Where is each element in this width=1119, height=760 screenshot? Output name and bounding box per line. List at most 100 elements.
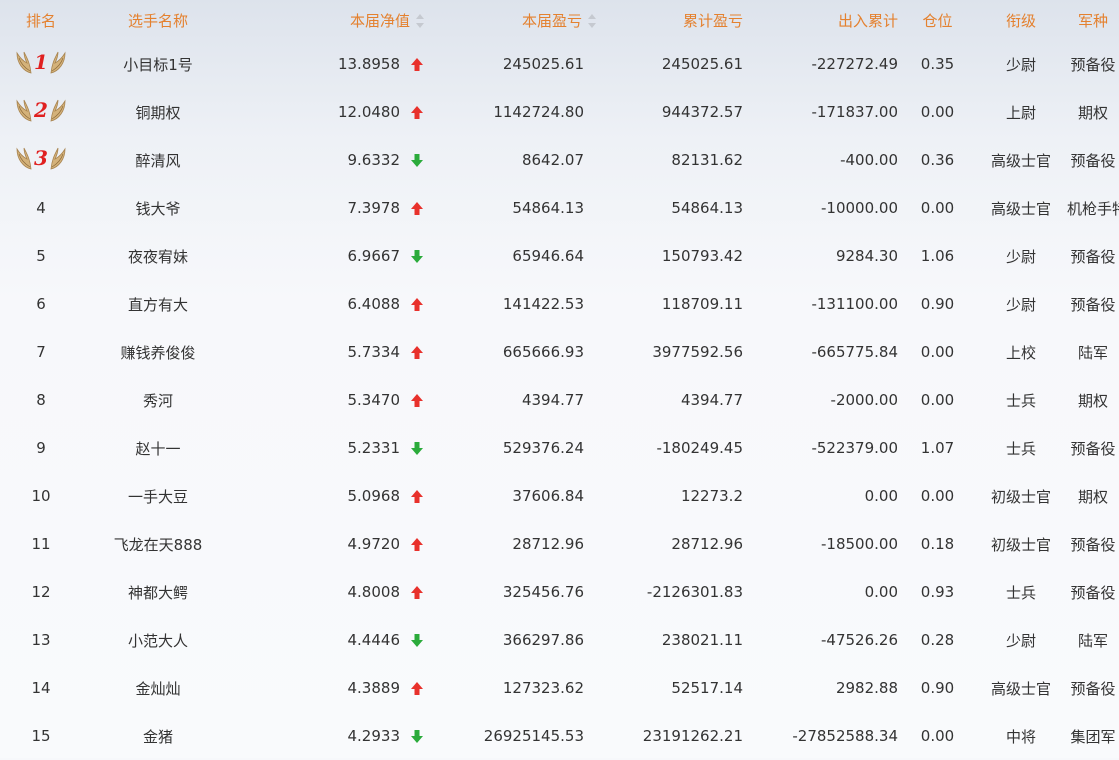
cum-pnl-cell: 245025.61 bbox=[661, 55, 743, 73]
flow-cell: -47526.26 bbox=[821, 631, 898, 649]
nav-value: 7.3978 bbox=[347, 199, 401, 217]
cum-pnl-cell: 3977592.56 bbox=[652, 343, 743, 361]
sort-icon[interactable] bbox=[416, 14, 424, 28]
position-cell: 1.07 bbox=[920, 439, 955, 457]
cum-pnl-cell: 118709.11 bbox=[661, 295, 743, 313]
table-row[interactable]: 14 金灿灿 4.3889 127323.62 52517.14 2982.88 0.90 高… bbox=[0, 664, 1119, 712]
nav-cell: 5.3470 bbox=[234, 376, 444, 424]
table-row[interactable]: 9 赵十一 5.2331 529376.24 -180249.45 -522379.00 1… bbox=[0, 424, 1119, 472]
table-row[interactable]: 4 钱大爷 7.3978 54864.13 54864.13 -10000.00 0.00 高… bbox=[0, 184, 1119, 232]
branch-cell: 预备役 bbox=[1070, 679, 1116, 698]
player-name[interactable]: 直方有大 bbox=[82, 280, 234, 328]
table-row[interactable]: 3 醉清风 9.6332 8642.07 82131.62 -400.00 0.36 高级士官… bbox=[0, 136, 1119, 184]
position-cell: 0.35 bbox=[920, 55, 955, 73]
wing-icon bbox=[50, 147, 66, 170]
grade-cell: 士兵 bbox=[1005, 439, 1036, 458]
rank-cell: 14 bbox=[31, 679, 51, 697]
player-name[interactable]: 铜期权 bbox=[82, 88, 234, 136]
player-name[interactable]: 夜夜宥妹 bbox=[82, 232, 234, 280]
table-row[interactable]: 12 神都大鳄 4.8008 325456.76 -2126301.83 0.00 0.93… bbox=[0, 568, 1119, 616]
branch-cell: 期权 bbox=[1077, 103, 1108, 122]
nav-value: 12.0480 bbox=[337, 103, 400, 121]
flow-cell: -227272.49 bbox=[811, 55, 898, 73]
table-row[interactable]: 6 直方有大 6.4088 141422.53 118709.11 -131100.00 0… bbox=[0, 280, 1119, 328]
branch-cell: 预备役 bbox=[1070, 439, 1116, 458]
nav-value: 4.9720 bbox=[347, 535, 401, 553]
header-branch: 军种 bbox=[1077, 11, 1108, 30]
rank-cell: 11 bbox=[31, 535, 51, 553]
sort-icon[interactable] bbox=[588, 14, 596, 28]
position-cell: 0.28 bbox=[920, 631, 955, 649]
player-name[interactable]: 金灿灿 bbox=[82, 664, 234, 712]
table-row[interactable]: 1 小目标1号 13.8958 245025.61 245025.61 -227272.4… bbox=[0, 40, 1119, 88]
arrow-down-icon bbox=[411, 634, 423, 647]
pnl-cell: 529376.24 bbox=[502, 439, 584, 457]
nav-value: 4.2933 bbox=[347, 727, 401, 745]
branch-cell: 集团军 bbox=[1070, 727, 1116, 746]
header-nav-label: 本届净值 bbox=[349, 11, 410, 30]
nav-value: 4.3889 bbox=[347, 679, 401, 697]
cum-pnl-cell: 54864.13 bbox=[671, 199, 743, 217]
branch-cell: 预备役 bbox=[1070, 583, 1116, 602]
cum-pnl-cell: -180249.45 bbox=[656, 439, 743, 457]
pnl-cell: 54864.13 bbox=[512, 199, 584, 217]
player-name[interactable]: 秀河 bbox=[82, 376, 234, 424]
table-row[interactable]: 5 夜夜宥妹 6.9667 65946.64 150793.42 9284.30 1.06 少… bbox=[0, 232, 1119, 280]
wing-icon bbox=[50, 51, 66, 74]
header-pnl-sortable[interactable]: 本届盈亏 bbox=[444, 0, 596, 40]
cum-pnl-cell: 23191262.21 bbox=[642, 727, 743, 745]
flow-cell: 0.00 bbox=[864, 487, 898, 505]
player-name[interactable]: 小范大人 bbox=[82, 616, 234, 664]
table-row[interactable]: 2 铜期权 12.0480 1142724.80 944372.57 -171837.00… bbox=[0, 88, 1119, 136]
position-cell: 0.18 bbox=[920, 535, 955, 553]
table-row[interactable]: 11 飞龙在天888 4.9720 28712.96 28712.96 -18500.00… bbox=[0, 520, 1119, 568]
nav-cell: 4.8008 bbox=[234, 568, 444, 616]
player-name[interactable]: 金猪 bbox=[82, 712, 234, 760]
table-row[interactable]: 13 小范大人 4.4446 366297.86 238021.11 -47526.26 0… bbox=[0, 616, 1119, 664]
player-name[interactable]: 赵十一 bbox=[82, 424, 234, 472]
arrow-down-icon bbox=[411, 442, 423, 455]
player-name[interactable]: 神都大鳄 bbox=[82, 568, 234, 616]
flow-cell: -2000.00 bbox=[830, 391, 898, 409]
table-row[interactable]: 8 秀河 5.3470 4394.77 4394.77 -2000.00 0.00 士兵 期权 bbox=[0, 376, 1119, 424]
cum-pnl-cell: 944372.57 bbox=[661, 103, 743, 121]
player-name[interactable]: 钱大爷 bbox=[82, 184, 234, 232]
nav-cell: 6.9667 bbox=[234, 232, 444, 280]
table-row[interactable]: 10 一手大豆 5.0968 37606.84 12273.2 0.00 0.00 初级士官 期… bbox=[0, 472, 1119, 520]
header-nav-sortable[interactable]: 本届净值 bbox=[234, 0, 444, 40]
grade-cell: 少尉 bbox=[1005, 631, 1036, 650]
ranking-table: 排名 选手名称 本届净值 本届盈亏 累计盈亏 出入累计 仓位 衔级 军种 1 小目… bbox=[0, 0, 1119, 760]
nav-cell: 9.6332 bbox=[234, 136, 444, 184]
pnl-cell: 26925145.53 bbox=[483, 727, 584, 745]
arrow-up-icon bbox=[411, 106, 423, 119]
nav-cell: 4.2933 bbox=[234, 712, 444, 760]
position-cell: 0.00 bbox=[920, 727, 955, 745]
nav-cell: 5.0968 bbox=[234, 472, 444, 520]
branch-cell: 陆军 bbox=[1077, 343, 1108, 362]
position-cell: 1.06 bbox=[920, 247, 955, 265]
position-cell: 0.00 bbox=[920, 391, 955, 409]
table-row[interactable]: 7 赚钱养俊俊 5.7334 665666.93 3977592.56 -665775.8… bbox=[0, 328, 1119, 376]
pnl-cell: 37606.84 bbox=[512, 487, 584, 505]
arrow-down-icon bbox=[411, 730, 423, 743]
player-name[interactable]: 一手大豆 bbox=[82, 472, 234, 520]
arrow-up-icon bbox=[411, 490, 423, 503]
rank-cell: 15 bbox=[31, 727, 51, 745]
position-cell: 0.93 bbox=[920, 583, 955, 601]
grade-cell: 少尉 bbox=[1005, 295, 1036, 314]
player-name[interactable]: 飞龙在天888 bbox=[82, 520, 234, 568]
cum-pnl-cell: 4394.77 bbox=[680, 391, 743, 409]
player-name[interactable]: 醉清风 bbox=[82, 136, 234, 184]
rank-cell: 5 bbox=[36, 247, 46, 265]
player-name[interactable]: 赚钱养俊俊 bbox=[82, 328, 234, 376]
table-row[interactable]: 15 金猪 4.2933 26925145.53 23191262.21 -2785258… bbox=[0, 712, 1119, 760]
rank-cell: 7 bbox=[36, 343, 46, 361]
rank-cell: 3 bbox=[0, 136, 82, 184]
rank-cell: 8 bbox=[36, 391, 46, 409]
position-cell: 0.00 bbox=[920, 487, 955, 505]
wing-icon bbox=[16, 99, 32, 122]
pnl-cell: 325456.76 bbox=[502, 583, 584, 601]
header-grade: 衔级 bbox=[1005, 11, 1036, 30]
player-name[interactable]: 小目标1号 bbox=[82, 40, 234, 88]
arrow-up-icon bbox=[411, 202, 423, 215]
